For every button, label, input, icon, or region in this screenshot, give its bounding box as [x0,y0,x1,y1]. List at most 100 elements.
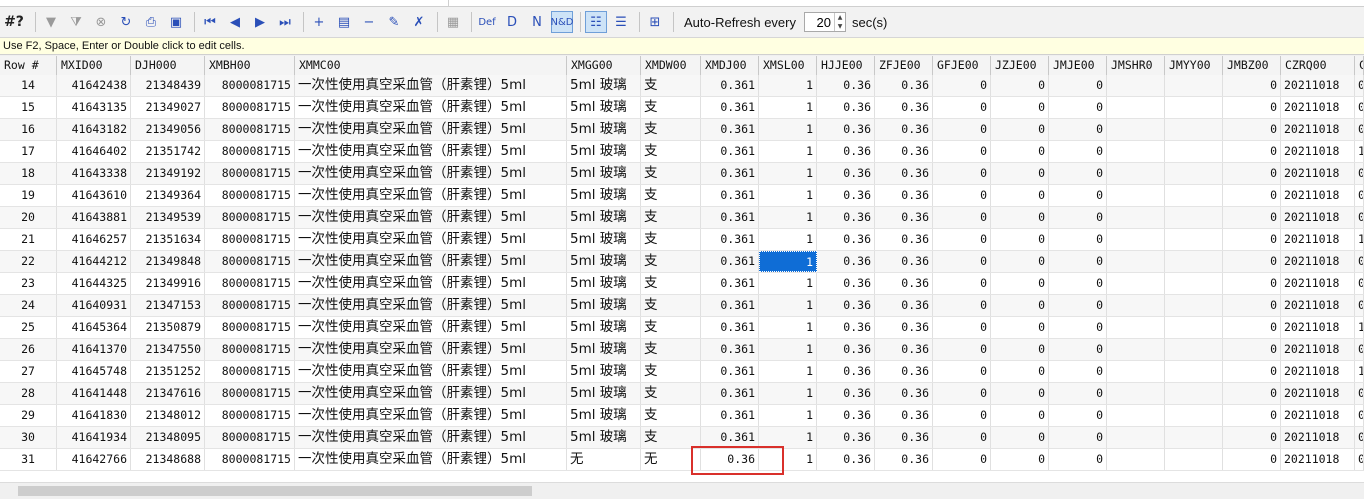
cell-gfje00[interactable]: 0 [933,119,991,140]
cell-gfje00[interactable]: 0 [933,339,991,360]
cell-jmyy00[interactable] [1165,405,1223,426]
cell-xmdj00[interactable]: 0.361 [701,273,759,294]
cell-c[interactable]: 0 [1355,163,1364,184]
cell-jmbz00[interactable]: 0 [1223,75,1281,96]
cell-jmbz00[interactable]: 0 [1223,427,1281,448]
cell-gfje00[interactable]: 0 [933,427,991,448]
cell-djh000[interactable]: 21350879 [131,317,205,338]
cell-c[interactable]: 0 [1355,119,1364,140]
cell-xmdj00[interactable]: 0.361 [701,383,759,404]
table-row[interactable]: 17 41646402 21351742 8000081715 一次性使用真空采血管（肝… [0,141,1364,163]
cell-jmje00[interactable]: 0 [1049,163,1107,184]
next-record-button[interactable]: ▶ [249,11,271,33]
cell-zfje00[interactable]: 0.36 [875,97,933,118]
cell-gfje00[interactable]: 0 [933,75,991,96]
first-record-button[interactable]: ⏮ [199,11,221,33]
cell-hjje00[interactable]: 0.36 [817,163,875,184]
cell-jmje00[interactable]: 0 [1049,251,1107,272]
def-button[interactable]: Def [476,11,498,33]
column-header-djh000[interactable]: DJH000 [131,56,205,75]
cell-xmmc00[interactable]: 一次性使用真空采血管（肝素锂）5ml [295,449,567,470]
cell-hjje00[interactable]: 0.36 [817,97,875,118]
form-view-button[interactable]: ☰ [610,11,632,33]
cell-xmmc00[interactable]: 一次性使用真空采血管（肝素锂）5ml [295,97,567,118]
cell-jzje00[interactable]: 0 [991,427,1049,448]
cell-xmbh00[interactable]: 8000081715 [205,207,295,228]
cell-xmdj00[interactable]: 0.361 [701,207,759,228]
cell-xmsl00[interactable]: 1 [759,119,817,140]
grid-view-button[interactable]: ☷ [585,11,607,33]
refresh-interval-value[interactable]: 20 [805,15,834,30]
cell-xmgg00[interactable]: 5ml 玻璃 [567,405,641,426]
cell-djh000[interactable]: 21349027 [131,97,205,118]
cell-jmje00[interactable]: 0 [1049,97,1107,118]
cancel-edit-button[interactable]: ✗ [408,11,430,33]
cell-xmsl00[interactable]: 1 [759,163,817,184]
cell-mxid00[interactable]: 41643135 [57,97,131,118]
cell-jmbz00[interactable]: 0 [1223,97,1281,118]
last-record-button[interactable]: ⏭ [274,11,296,33]
table-row[interactable]: 22 41644212 21349848 8000081715 一次性使用真空采血管（肝… [0,251,1364,273]
cell-hjje00[interactable]: 0.36 [817,317,875,338]
cell-djh000[interactable]: 21347616 [131,383,205,404]
cell-xmsl00[interactable]: 1 [759,75,817,96]
cell-xmmc00[interactable]: 一次性使用真空采血管（肝素锂）5ml [295,119,567,140]
cell-jmshr0[interactable] [1107,339,1165,360]
cell-czrq00[interactable]: 20211018 [1281,361,1355,382]
cell-czrq00[interactable]: 20211018 [1281,119,1355,140]
cell-xmdj00[interactable]: 0.361 [701,361,759,382]
filter-button[interactable]: ▼ [40,11,62,33]
cell-xmdj00[interactable]: 0.361 [701,97,759,118]
cell-xmbh00[interactable]: 8000081715 [205,405,295,426]
cell-c[interactable]: 0 [1355,273,1364,294]
cell-c[interactable]: 0 [1355,383,1364,404]
cell-czrq00[interactable]: 20211018 [1281,405,1355,426]
refresh-button[interactable]: ↻ [115,11,137,33]
cell-xmdj00[interactable]: 0.361 [701,229,759,250]
auto-refresh-button[interactable]: ⊞ [644,11,666,33]
spinner-arrows[interactable]: ▲ ▼ [834,13,845,31]
cell-row[interactable]: 24 [0,295,57,316]
table-row[interactable]: 19 41643610 21349364 8000081715 一次性使用真空采血管（肝… [0,185,1364,207]
cell-djh000[interactable]: 21351742 [131,141,205,162]
column-header-jmbz00[interactable]: JMBZ00 [1223,56,1281,75]
cell-hjje00[interactable]: 0.36 [817,427,875,448]
spin-down-icon[interactable]: ▼ [835,22,845,31]
cell-xmdj00[interactable]: 0.361 [701,317,759,338]
cell-jmbz00[interactable]: 0 [1223,185,1281,206]
cell-mxid00[interactable]: 41642766 [57,449,131,470]
cell-xmdj00[interactable]: 0.361 [701,339,759,360]
cell-zfje00[interactable]: 0.36 [875,317,933,338]
cell-jmshr0[interactable] [1107,97,1165,118]
cell-c[interactable]: 0 [1355,339,1364,360]
horizontal-scrollbar[interactable] [0,482,1364,499]
cell-jmyy00[interactable] [1165,361,1223,382]
cell-jmyy00[interactable] [1165,251,1223,272]
cell-c[interactable]: 0 [1355,97,1364,118]
cell-czrq00[interactable]: 20211018 [1281,251,1355,272]
cell-djh000[interactable]: 21348095 [131,427,205,448]
column-header-jmje00[interactable]: JMJE00 [1049,56,1107,75]
cell-row[interactable]: 22 [0,251,57,272]
column-header-xmdw00[interactable]: XMDW00 [641,56,701,75]
cell-xmbh00[interactable]: 8000081715 [205,427,295,448]
cell-djh000[interactable]: 21348439 [131,75,205,96]
cell-xmdw00[interactable]: 支 [641,251,701,272]
cell-c[interactable]: 1 [1355,317,1364,338]
cell-hjje00[interactable]: 0.36 [817,207,875,228]
cell-jmje00[interactable]: 0 [1049,141,1107,162]
cell-c[interactable]: 1 [1355,361,1364,382]
cell-czrq00[interactable]: 20211018 [1281,207,1355,228]
cell-jmyy00[interactable] [1165,383,1223,404]
cell-zfje00[interactable]: 0.36 [875,295,933,316]
column-header-xmgg00[interactable]: XMGG00 [567,56,641,75]
cell-gfje00[interactable]: 0 [933,405,991,426]
cell-jmje00[interactable]: 0 [1049,383,1107,404]
cell-row[interactable]: 27 [0,361,57,382]
cell-czrq00[interactable]: 20211018 [1281,273,1355,294]
post-edit-button[interactable]: ✎ [383,11,405,33]
cell-jmje00[interactable]: 0 [1049,229,1107,250]
cell-jmbz00[interactable]: 0 [1223,273,1281,294]
table-row[interactable]: 26 41641370 21347550 8000081715 一次性使用真空采血管（肝… [0,339,1364,361]
cell-djh000[interactable]: 21349056 [131,119,205,140]
